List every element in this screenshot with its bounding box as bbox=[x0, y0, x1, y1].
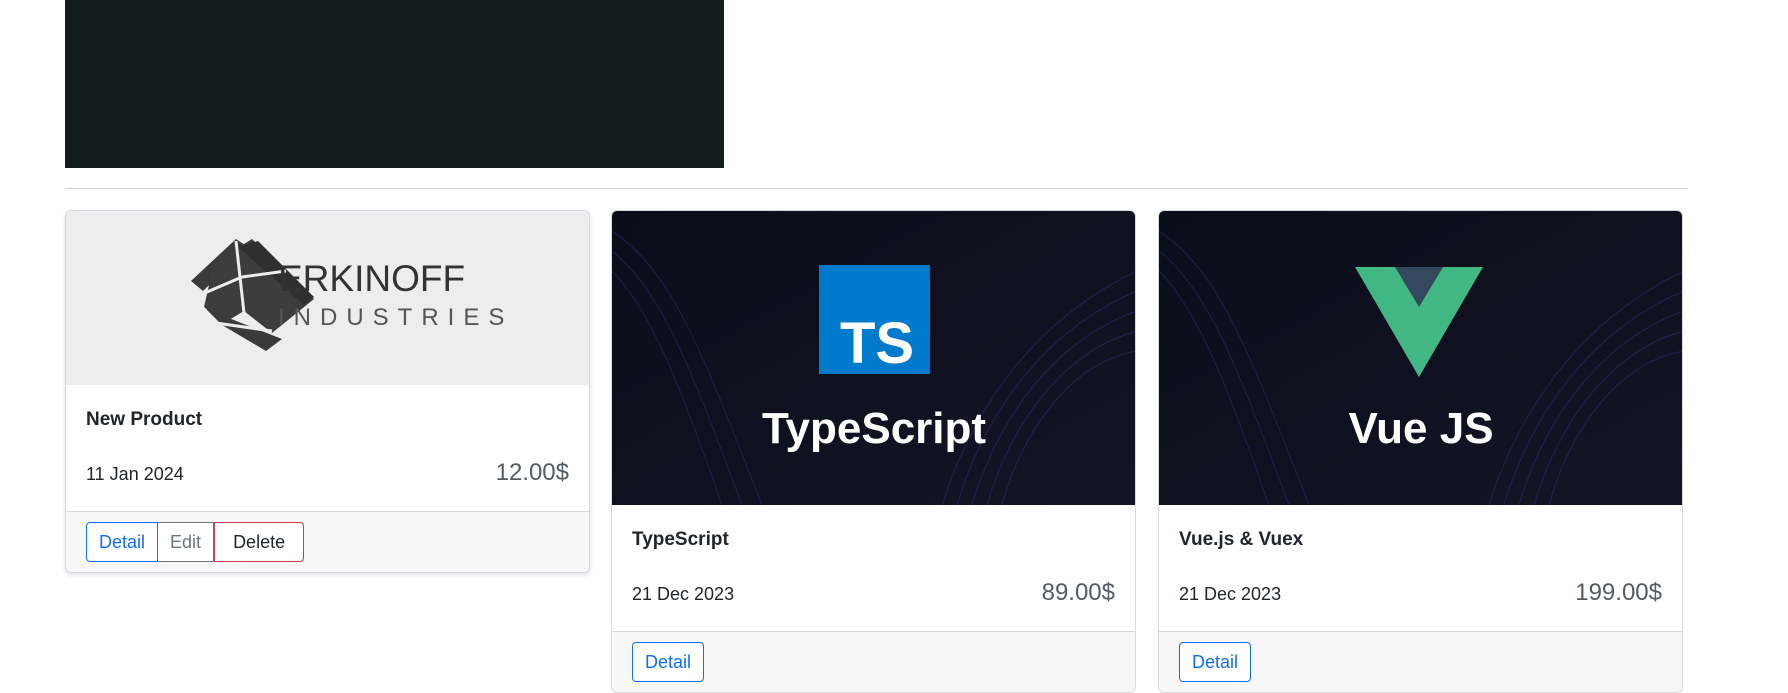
product-price: 89.00$ bbox=[1041, 579, 1115, 606]
delete-button[interactable]: Delete bbox=[214, 522, 305, 562]
product-title: Vue.js & Vuex bbox=[1179, 529, 1304, 550]
card-actions: Detail bbox=[612, 631, 1135, 692]
detail-button[interactable]: Detail bbox=[632, 642, 705, 682]
card-actions: Detail bbox=[1159, 631, 1682, 692]
product-date: 11 Jan 2024 bbox=[86, 464, 184, 484]
product-image-typescript[interactable]: TS TypeScript bbox=[612, 211, 1135, 505]
product-title: New Product bbox=[86, 409, 203, 430]
logo-text-line2: INDUSTRIES bbox=[278, 304, 513, 331]
image-caption: Vue JS bbox=[1348, 404, 1493, 453]
detail-button[interactable]: Detail bbox=[86, 522, 159, 562]
product-card-typescript: TS TypeScript TypeScript 21 Dec 2023 89.… bbox=[611, 210, 1136, 693]
product-date: 21 Dec 2023 bbox=[632, 584, 735, 604]
logo-text-line1: ERKINOFF bbox=[278, 258, 465, 299]
hero-banner-image bbox=[65, 0, 724, 168]
product-image-vuejs[interactable]: Vue JS bbox=[1159, 211, 1682, 505]
product-card-vuejs: Vue JS Vue.js & Vuex 21 Dec 2023 199.00$… bbox=[1158, 210, 1683, 693]
card-actions: Detail Edit Delete bbox=[66, 511, 589, 572]
edit-button[interactable]: Edit bbox=[158, 522, 215, 562]
detail-button[interactable]: Detail bbox=[1179, 642, 1252, 682]
product-card-new-product: ERKINOFF INDUSTRIES New Product 11 Jan 2… bbox=[65, 210, 590, 573]
product-date: 21 Dec 2023 bbox=[1179, 584, 1282, 604]
section-divider bbox=[65, 188, 1688, 189]
action-button-group: Detail Edit Delete bbox=[86, 522, 305, 562]
typescript-logo-icon: TS bbox=[819, 265, 930, 376]
image-caption: TypeScript bbox=[762, 404, 986, 453]
ts-badge-text: TS bbox=[840, 311, 914, 376]
product-price: 12.00$ bbox=[495, 459, 569, 486]
product-title: TypeScript bbox=[632, 529, 729, 550]
product-image-erkinoff[interactable]: ERKINOFF INDUSTRIES bbox=[66, 211, 589, 385]
product-price: 199.00$ bbox=[1575, 579, 1662, 606]
